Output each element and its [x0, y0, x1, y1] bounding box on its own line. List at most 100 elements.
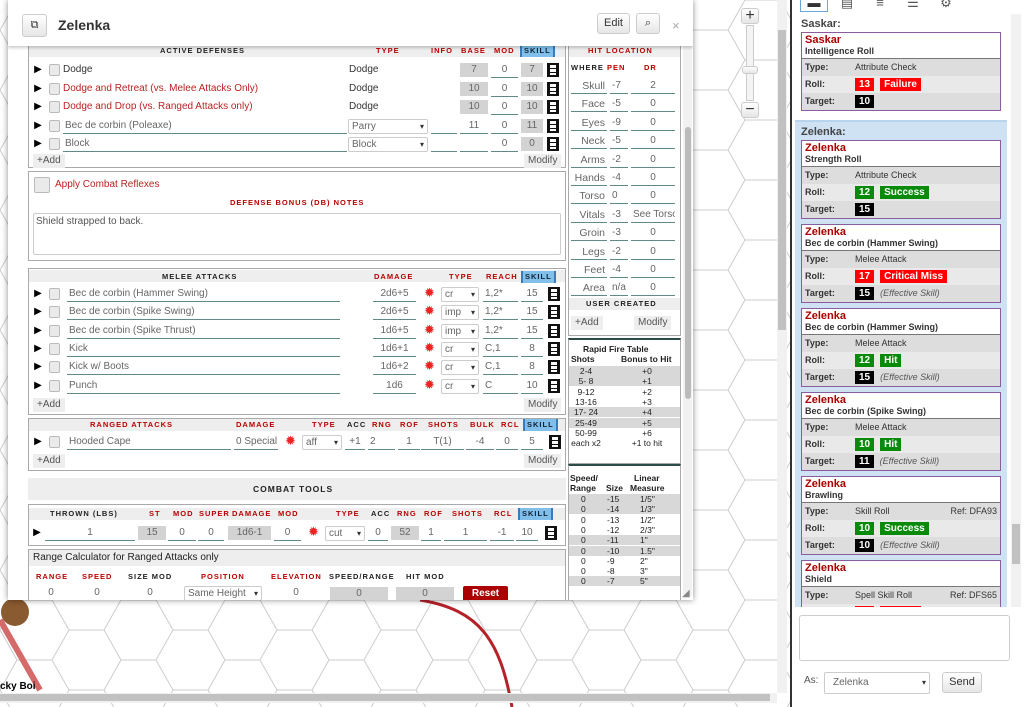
defense-type-select[interactable]: Parry: [348, 118, 428, 134]
resize-grip-icon[interactable]: ◢: [682, 588, 690, 599]
map-horizontal-scrollbar[interactable]: [0, 693, 777, 703]
list-icon[interactable]: ☰: [899, 0, 927, 12]
db-notes-textarea[interactable]: Shield strapped to back.: [33, 213, 561, 255]
hit-location-dr-input[interactable]: 0: [631, 96, 675, 113]
melee-skill-input[interactable]: 8: [521, 341, 543, 357]
damage-roll-icon[interactable]: ✹: [308, 525, 319, 539]
expand-arrow-icon[interactable]: ▶: [32, 377, 44, 393]
melee-type-select[interactable]: imp: [441, 323, 479, 339]
defense-name[interactable]: Dodge and Drop (vs. Ranged Attacks only): [63, 99, 343, 115]
roll-dice-icon[interactable]: [548, 378, 560, 393]
expand-arrow-icon[interactable]: ▶: [32, 340, 44, 356]
defense-info-input[interactable]: [431, 118, 457, 134]
damage-roll-icon[interactable]: ✹: [285, 434, 296, 448]
melee-reach-input[interactable]: 1,2*: [483, 286, 518, 302]
ranged-acc-input[interactable]: +1: [345, 434, 365, 450]
speaking-as-select[interactable]: Zelenka: [824, 672, 930, 694]
melee-damage-input[interactable]: 2d6+5: [373, 286, 416, 302]
expand-arrow-icon[interactable]: ▶: [32, 434, 44, 449]
roll-dice-icon[interactable]: [547, 137, 559, 151]
token[interactable]: [1, 598, 29, 626]
damage-roll-icon[interactable]: ✹: [424, 377, 435, 392]
combat-reflexes-checkbox[interactable]: [34, 177, 50, 193]
row-checkbox[interactable]: [49, 64, 60, 76]
row-checkbox[interactable]: [49, 306, 60, 319]
damage-roll-icon[interactable]: ✹: [424, 286, 435, 300]
melee-name-input[interactable]: Bec de corbin (Spike Thrust): [67, 323, 340, 339]
melee-reach-input[interactable]: 1,2*: [483, 304, 518, 321]
melee-name-input[interactable]: Bec de corbin (Hammer Swing): [67, 286, 340, 302]
melee-type-select[interactable]: imp: [441, 305, 479, 321]
roll-reference[interactable]: Ref: DFA93: [950, 503, 997, 520]
row-checkbox[interactable]: [49, 361, 60, 374]
hit-location-dr-input[interactable]: 0: [631, 188, 675, 205]
elevation-input[interactable]: 0: [281, 585, 311, 600]
damage-roll-icon[interactable]: ✹: [424, 322, 435, 337]
melee-skill-input[interactable]: 8: [521, 359, 543, 376]
thrown-rof-input[interactable]: 1: [421, 525, 441, 541]
defense-mod-input[interactable]: 0: [491, 62, 518, 78]
zoom-slider[interactable]: [746, 25, 754, 101]
melee-damage-input[interactable]: 1d6+5: [373, 323, 416, 339]
modify-defenses-button[interactable]: Modify: [524, 154, 562, 168]
melee-type-select[interactable]: cr: [441, 360, 479, 376]
ranged-skill-input[interactable]: 5: [521, 434, 543, 450]
defense-mod-input[interactable]: 0: [491, 136, 518, 152]
row-checkbox[interactable]: [49, 288, 60, 300]
add-defense-button[interactable]: +Add: [33, 154, 65, 168]
roll-dice-icon[interactable]: [548, 323, 560, 338]
row-checkbox[interactable]: [49, 119, 60, 132]
damage-roll-icon[interactable]: ✹: [424, 340, 435, 355]
melee-type-select[interactable]: cr: [441, 378, 479, 394]
search-button[interactable]: ⌕: [636, 13, 660, 34]
thrown-type-select[interactable]: cut: [325, 526, 365, 541]
defense-base-input[interactable]: [460, 136, 488, 152]
expand-arrow-icon[interactable]: ▶: [32, 62, 44, 77]
row-checkbox[interactable]: [49, 342, 60, 355]
roll-dice-icon[interactable]: [548, 287, 560, 301]
damage-roll-icon[interactable]: ✹: [424, 304, 435, 318]
close-button[interactable]: ×: [672, 18, 680, 33]
compendium-icon[interactable]: ≡: [866, 0, 894, 12]
defense-base-input[interactable]: 11: [460, 118, 488, 134]
range-input[interactable]: 0: [36, 585, 66, 600]
expand-arrow-icon[interactable]: ▶: [32, 286, 44, 301]
hit-location-dr-input[interactable]: 0: [631, 133, 675, 150]
defense-name-input[interactable]: Block: [63, 136, 347, 152]
roll-dice-icon[interactable]: [548, 305, 560, 320]
melee-name-input[interactable]: Kick: [67, 341, 340, 357]
melee-type-select[interactable]: cr: [441, 287, 479, 302]
melee-skill-input[interactable]: 10: [521, 378, 543, 394]
melee-reach-input[interactable]: C,1: [483, 341, 518, 357]
row-checkbox[interactable]: [49, 436, 60, 448]
defense-name-input[interactable]: Bec de corbin (Poleaxe): [63, 118, 347, 134]
hit-location-dr-input[interactable]: 0: [631, 280, 675, 297]
row-checkbox[interactable]: [49, 138, 60, 150]
damage-roll-icon[interactable]: ✹: [424, 359, 435, 373]
roll-dice-icon[interactable]: [548, 360, 560, 375]
roll-dice-icon[interactable]: [547, 118, 559, 133]
edit-button[interactable]: Edit: [597, 13, 630, 34]
add-melee-button[interactable]: +Add: [33, 398, 65, 412]
roll-dice-icon[interactable]: [549, 435, 561, 449]
hit-location-dr-input[interactable]: 2: [631, 78, 675, 94]
melee-skill-input[interactable]: 15: [521, 323, 543, 339]
reset-button[interactable]: Reset: [463, 586, 508, 600]
hit-location-dr-input[interactable]: 0: [631, 225, 675, 242]
ranged-damage-input[interactable]: 0 Special: [234, 434, 278, 450]
send-button[interactable]: Send: [942, 672, 982, 693]
ranged-shots-input[interactable]: T(1): [421, 434, 464, 450]
melee-type-select[interactable]: cr: [441, 341, 479, 357]
melee-damage-input[interactable]: 1d6+2: [373, 359, 416, 376]
hit-location-dr-input[interactable]: 0: [631, 115, 675, 131]
hit-location-dr-input[interactable]: See Torso: [631, 207, 675, 223]
melee-skill-input[interactable]: 15: [521, 304, 543, 321]
chat-input[interactable]: [799, 615, 1010, 661]
hit-location-dr-input[interactable]: 0: [631, 262, 675, 278]
row-checkbox[interactable]: [49, 379, 60, 392]
row-checkbox[interactable]: [49, 82, 60, 95]
popout-button[interactable]: ⧉: [22, 14, 47, 37]
melee-damage-input[interactable]: 1d6+1: [373, 341, 416, 357]
defense-mod-input[interactable]: 0: [491, 118, 518, 134]
roll-dice-icon[interactable]: [547, 63, 559, 77]
